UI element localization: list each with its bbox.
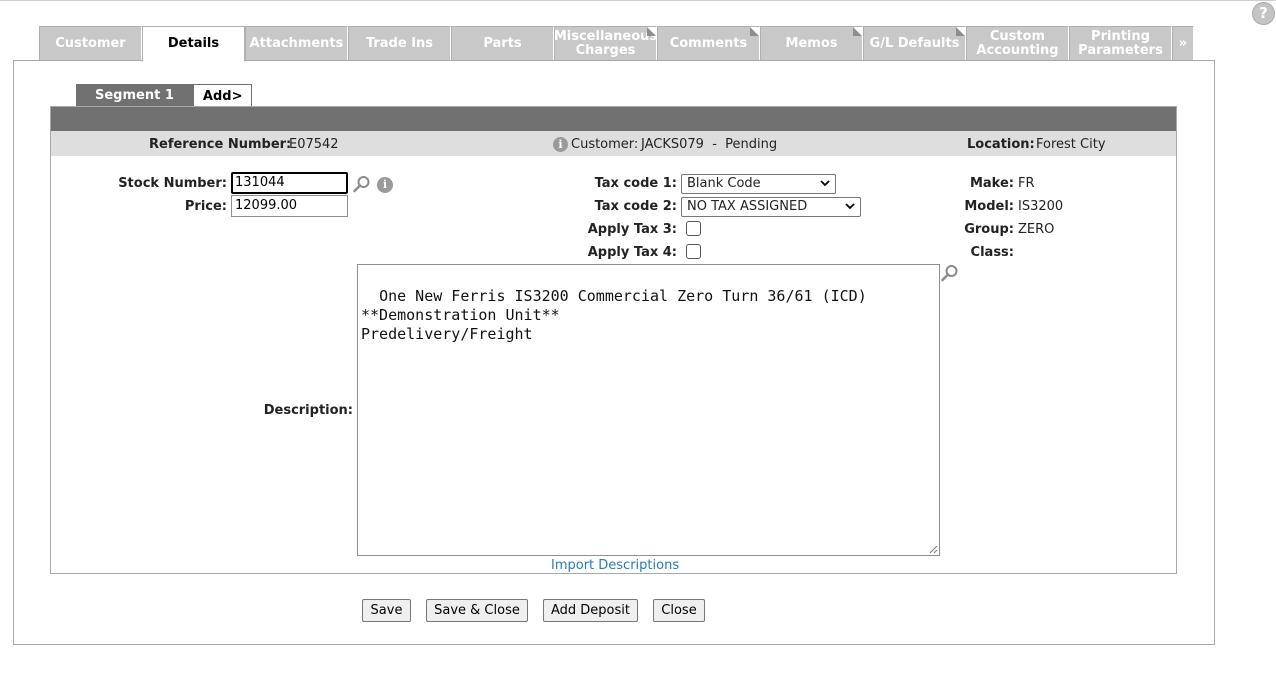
location-value: Forest City xyxy=(1036,137,1106,152)
save-button[interactable]: Save xyxy=(362,599,411,622)
segment-1-tab[interactable]: Segment 1 xyxy=(76,84,193,107)
tab-label: Trade Ins xyxy=(365,35,434,51)
tab-gl-defaults[interactable]: G/L Defaults xyxy=(863,26,966,61)
segment-header-bar xyxy=(51,107,1176,131)
description-text: One New Ferris IS3200 Commercial Zero Tu… xyxy=(361,287,867,343)
chevron-down-icon xyxy=(845,203,855,210)
group-value: ZERO xyxy=(1018,222,1055,237)
tab-printing-parameters[interactable]: Printing Parameters xyxy=(1069,26,1172,61)
model-value: IS3200 xyxy=(1018,199,1064,214)
tab-label: Customer xyxy=(55,35,126,51)
price-input[interactable]: 12099.00 xyxy=(231,195,348,217)
tab-details[interactable]: Details xyxy=(142,26,245,62)
tab-parts[interactable]: Parts xyxy=(451,26,554,61)
apply-tax-4-checkbox[interactable] xyxy=(686,244,701,259)
location-label: Location: xyxy=(967,137,1035,152)
description-label: Description: xyxy=(263,403,353,418)
reference-number-label: Reference Number: xyxy=(149,137,292,152)
close-button[interactable]: Close xyxy=(653,599,705,622)
top-divider xyxy=(0,0,1276,1)
save-close-button[interactable]: Save & Close xyxy=(426,599,528,622)
tax-code-1-select[interactable]: Blank Code xyxy=(681,174,836,194)
stock-number-label: Stock Number: xyxy=(118,176,227,191)
tab-memos[interactable]: Memos xyxy=(760,26,863,61)
import-descriptions-link[interactable]: Import Descriptions xyxy=(551,558,679,573)
tax-code-2-value: NO TAX ASSIGNED xyxy=(687,199,808,214)
tab-comments[interactable]: Comments xyxy=(657,26,760,61)
description-textarea[interactable]: One New Ferris IS3200 Commercial Zero Tu… xyxy=(357,264,940,556)
tab-label: Printing Parameters xyxy=(1078,28,1163,58)
tab-label: G/L Defaults xyxy=(869,35,960,51)
tab-bar: Customer Details Attachments Trade Ins P… xyxy=(39,26,1194,62)
customer-info-icon[interactable]: i xyxy=(553,137,568,152)
class-label: Class: xyxy=(970,245,1014,260)
customer-value: JACKS079 - Pending xyxy=(641,137,778,152)
tab-trade-ins[interactable]: Trade Ins xyxy=(348,26,451,61)
tab-label: Comments xyxy=(669,35,748,51)
model-label: Model: xyxy=(964,199,1014,214)
apply-tax-3-label: Apply Tax 3: xyxy=(587,222,677,237)
tab-more-button[interactable]: » xyxy=(1172,26,1194,61)
apply-tax-4-label: Apply Tax 4: xyxy=(587,245,677,260)
tab-label: Attachments xyxy=(249,35,344,51)
tab-label: Parts xyxy=(483,35,522,51)
fold-corner xyxy=(956,27,965,36)
stock-number-input[interactable]: 131044 xyxy=(231,172,348,194)
tax-code-2-select[interactable]: NO TAX ASSIGNED xyxy=(681,197,861,217)
tab-label: Miscellaneous Charges xyxy=(554,28,657,58)
stock-info-icon[interactable]: i xyxy=(377,177,393,193)
fold-corner xyxy=(750,27,759,36)
tab-label: Custom Accounting xyxy=(976,28,1059,58)
tab-customer[interactable]: Customer xyxy=(39,26,142,61)
segment-tabs: Segment 1 Add> xyxy=(76,84,253,107)
tab-label: Details xyxy=(167,36,220,51)
fold-corner xyxy=(853,27,862,36)
description-search-icon[interactable] xyxy=(941,264,959,282)
group-label: Group: xyxy=(964,222,1014,237)
make-value: FR xyxy=(1018,176,1035,191)
tax-code-1-label: Tax code 1: xyxy=(594,176,677,191)
customer-label: Customer: xyxy=(571,137,639,152)
tab-label: Memos xyxy=(785,35,838,51)
resize-handle-icon[interactable] xyxy=(929,545,938,554)
help-icon[interactable]: ? xyxy=(1252,2,1275,25)
make-label: Make: xyxy=(969,176,1014,191)
apply-tax-3-checkbox[interactable] xyxy=(686,221,701,236)
add-segment-tab[interactable]: Add> xyxy=(192,84,253,107)
price-label: Price: xyxy=(184,199,227,214)
fold-corner xyxy=(647,27,656,36)
tax-code-2-label: Tax code 2: xyxy=(594,199,677,214)
tab-attachments[interactable]: Attachments xyxy=(245,26,348,61)
tab-miscellaneous-charges[interactable]: Miscellaneous Charges xyxy=(554,26,657,61)
more-tabs-icon: » xyxy=(1178,35,1188,51)
chevron-down-icon xyxy=(820,180,830,187)
reference-number-value: E07542 xyxy=(289,137,339,152)
tax-code-1-value: Blank Code xyxy=(687,176,761,191)
tab-custom-accounting[interactable]: Custom Accounting xyxy=(966,26,1069,61)
stock-search-icon[interactable] xyxy=(353,175,371,193)
add-deposit-button[interactable]: Add Deposit xyxy=(543,599,638,622)
